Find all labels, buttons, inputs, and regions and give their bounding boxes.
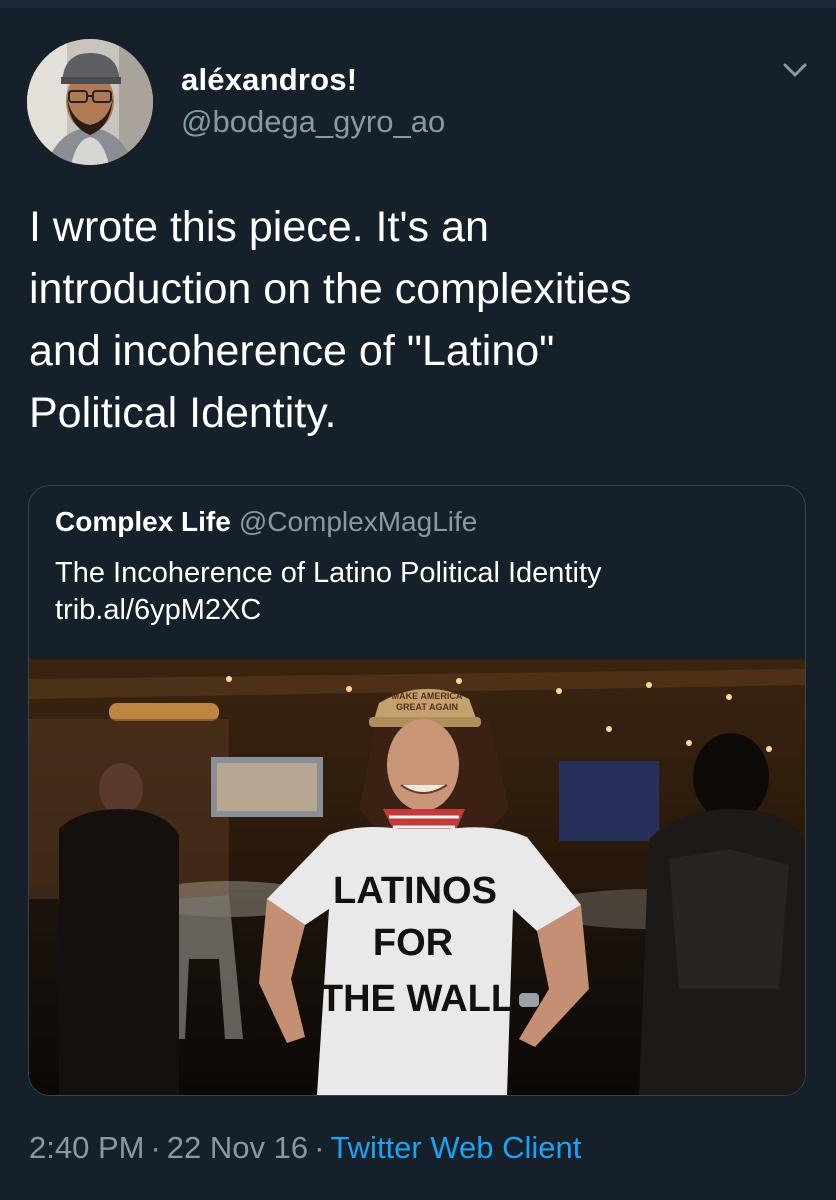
shirt-text-line-1: LATINOS	[333, 870, 497, 912]
quoted-tweet-text: The Incoherence of Latino Political Iden…	[55, 557, 602, 589]
author-handle[interactable]: @bodega_gyro_ao	[181, 104, 445, 140]
tweet-time[interactable]: 2:40 PM	[29, 1130, 144, 1165]
meta-separator: ·	[314, 1130, 325, 1165]
quoted-tweet-header: Complex Life @ComplexMagLife	[55, 506, 477, 538]
tweet-meta: 2:40 PM · 22 Nov 16 · Twitter Web Client	[29, 1130, 581, 1166]
hat-text-line-2: GREAT AGAIN	[396, 702, 458, 712]
hat-text-line-1: MAKE AMERICA	[392, 691, 463, 701]
tweet-date[interactable]: 22 Nov 16	[167, 1130, 308, 1165]
top-divider	[0, 0, 836, 8]
shirt-text-line-2: FOR	[373, 922, 453, 964]
chevron-down-icon[interactable]	[780, 58, 810, 82]
event-photo: LATINOS FOR THE WALL MAKE AMERICA GREAT …	[29, 659, 805, 1095]
author-display-name[interactable]: aléxandros!	[181, 62, 357, 98]
avatar[interactable]	[27, 39, 153, 165]
meta-separator: ·	[150, 1130, 161, 1165]
shirt-text-line-3: THE WALL	[320, 978, 514, 1020]
quoted-display-name: Complex Life	[55, 506, 231, 537]
quoted-tweet-card[interactable]: Complex Life @ComplexMagLife The Incohere…	[28, 485, 806, 1096]
tweet-client-link[interactable]: Twitter Web Client	[330, 1130, 581, 1165]
quoted-handle: @ComplexMagLife	[238, 506, 478, 537]
quoted-tweet-image[interactable]: LATINOS FOR THE WALL MAKE AMERICA GREAT …	[29, 659, 805, 1095]
avatar-photo	[27, 39, 153, 165]
tweet-text: I wrote this piece. It's an introduction…	[29, 203, 632, 437]
quoted-tweet-link[interactable]: trib.al/6ypM2XC	[55, 594, 261, 627]
